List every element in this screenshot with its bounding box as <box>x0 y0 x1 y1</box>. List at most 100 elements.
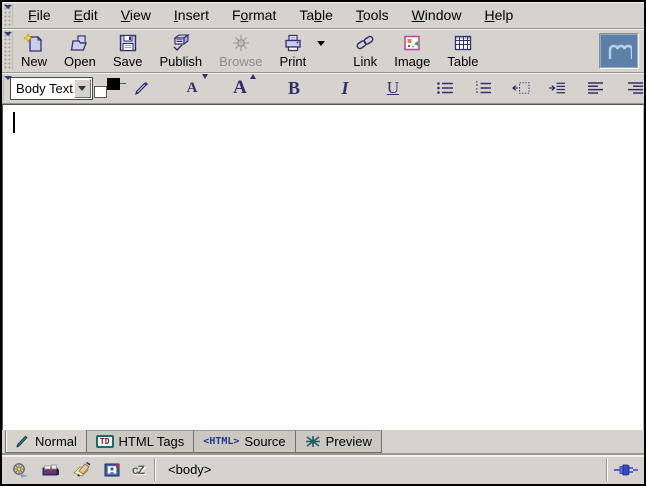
main-toolbar: New Open Save <box>2 29 644 73</box>
italic-glyph: I <box>341 78 348 99</box>
menu-help[interactable]: Help <box>477 3 520 27</box>
numbered-list-icon <box>474 81 492 95</box>
browse-icon <box>229 33 253 53</box>
edit-mode-toolbar: Normal TD HTML Tags <HTML> Source Previe… <box>2 430 644 454</box>
image-button[interactable]: Image <box>388 31 436 70</box>
open-button[interactable]: Open <box>58 31 102 70</box>
underline-glyph: U <box>387 78 399 98</box>
browse-button: Browse <box>213 31 268 70</box>
increase-font-glyph: A <box>233 77 247 99</box>
paragraph-style-select[interactable]: Body Text <box>10 77 93 100</box>
td-tag-icon: TD <box>96 435 114 448</box>
align-right-button[interactable] <box>626 76 644 100</box>
editor-canvas[interactable] <box>2 104 644 430</box>
outdent-icon <box>512 81 530 95</box>
bulleted-list-button[interactable] <box>436 76 454 100</box>
mozilla-throbber-icon[interactable] <box>599 33 639 69</box>
tab-normal[interactable]: Normal <box>5 430 87 453</box>
italic-button[interactable]: I <box>336 76 354 100</box>
highlight-pencil-icon <box>133 79 151 97</box>
arrow-down-icon <box>202 74 208 79</box>
bulleted-list-icon <box>436 81 454 95</box>
publish-button-label: Publish <box>159 54 202 69</box>
format-toolbar-grippy[interactable] <box>3 75 4 101</box>
bold-glyph: B <box>288 78 300 99</box>
menu-view[interactable]: View <box>114 3 158 27</box>
align-right-icon <box>627 81 644 95</box>
background-color-swatch[interactable] <box>94 86 107 98</box>
save-button-label: Save <box>113 54 143 69</box>
open-button-label: Open <box>64 54 96 69</box>
addressbook-icon[interactable] <box>103 462 121 478</box>
table-button[interactable]: Table <box>441 31 484 70</box>
indent-button[interactable] <box>548 76 566 100</box>
new-page-icon <box>22 33 46 53</box>
tab-preview-label: Preview <box>326 434 372 449</box>
text-caret <box>13 112 15 133</box>
menu-table[interactable]: Table <box>292 3 340 27</box>
pencil-icon <box>15 435 30 449</box>
indent-icon <box>548 81 566 95</box>
publish-button[interactable]: Publish <box>153 31 208 70</box>
menubar-grippy[interactable] <box>3 4 13 26</box>
chatzilla-icon[interactable]: cZ <box>132 463 144 477</box>
print-button[interactable]: Print <box>273 31 312 70</box>
menu-edit[interactable]: Edit <box>67 3 105 27</box>
main-toolbar-grippy[interactable] <box>3 31 13 70</box>
paragraph-style-value: Body Text <box>11 78 73 99</box>
print-button-label: Print <box>279 54 306 69</box>
link-button[interactable]: Link <box>347 31 383 70</box>
numbered-list-button[interactable] <box>474 76 492 100</box>
tab-preview[interactable]: Preview <box>295 430 382 453</box>
chevron-down-icon[interactable] <box>74 79 91 98</box>
link-button-label: Link <box>353 54 377 69</box>
component-bar: cZ <box>2 462 154 478</box>
new-button[interactable]: New <box>15 31 53 70</box>
menu-file[interactable]: File <box>21 3 58 27</box>
highlight-button[interactable] <box>133 76 151 100</box>
chatzilla-c: cZ <box>132 463 144 477</box>
browse-button-label: Browse <box>219 54 262 69</box>
menu-format[interactable]: Format <box>225 3 283 27</box>
publish-icon <box>169 33 193 53</box>
composer-icon[interactable] <box>72 462 92 478</box>
outdent-button[interactable] <box>512 76 530 100</box>
menu-tools[interactable]: Tools <box>349 3 396 27</box>
menubar: File Edit View Insert Format Table Tools… <box>2 2 644 29</box>
tab-html-tags[interactable]: TD HTML Tags <box>86 430 194 453</box>
image-icon <box>400 33 424 53</box>
status-bar: cZ <body> <box>2 454 644 484</box>
save-button[interactable]: Save <box>107 31 149 70</box>
tab-html-tags-label: HTML Tags <box>119 434 185 449</box>
online-plug-icon[interactable] <box>608 463 644 477</box>
tab-source[interactable]: <HTML> Source <box>193 430 295 453</box>
preview-icon <box>305 435 321 448</box>
tab-normal-label: Normal <box>35 434 77 449</box>
new-button-label: New <box>21 54 47 69</box>
underline-button[interactable]: U <box>384 76 402 100</box>
table-grid-icon <box>451 33 475 53</box>
navigator-icon[interactable] <box>11 462 30 478</box>
image-button-label: Image <box>394 54 430 69</box>
link-icon <box>353 33 377 53</box>
save-floppy-icon <box>116 33 140 53</box>
arrow-up-icon <box>250 74 256 79</box>
print-dropdown-arrow[interactable] <box>317 41 325 46</box>
menu-insert[interactable]: Insert <box>167 3 216 27</box>
format-toolbar: Body Text A A B I U <box>2 73 644 104</box>
table-button-label: Table <box>447 54 478 69</box>
menu-window[interactable]: Window <box>405 3 469 27</box>
decrease-font-glyph: A <box>187 80 198 97</box>
align-left-button[interactable] <box>586 76 604 100</box>
structure-path[interactable]: <body> <box>156 462 606 477</box>
tab-source-label: Source <box>244 434 285 449</box>
align-left-icon <box>587 81 604 95</box>
open-folder-icon <box>68 33 92 53</box>
bold-button[interactable]: B <box>285 76 303 100</box>
decrease-font-size-button[interactable]: A <box>183 76 201 100</box>
increase-font-size-button[interactable]: A <box>231 76 249 100</box>
mail-icon[interactable] <box>41 462 61 478</box>
foreground-color-swatch[interactable] <box>107 78 120 90</box>
html-source-icon: <HTML> <box>203 436 239 447</box>
composer-window: File Edit View Insert Format Table Tools… <box>0 0 646 486</box>
